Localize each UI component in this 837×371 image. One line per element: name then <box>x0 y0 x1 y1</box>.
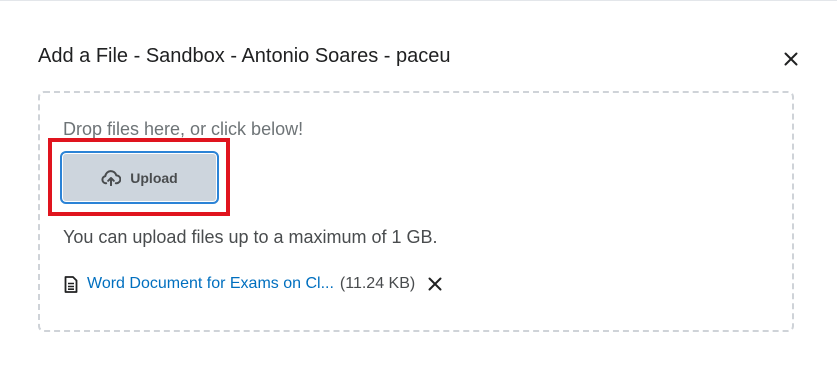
remove-icon <box>428 277 442 291</box>
cloud-upload-icon <box>101 169 122 186</box>
close-icon <box>784 52 798 66</box>
file-size: (11.24 KB) <box>339 275 416 292</box>
drop-instruction: Drop files here, or click below! <box>63 119 304 139</box>
upload-button-label: Upload <box>130 169 178 186</box>
file-name-link[interactable]: Word Document for Exams on Cl... <box>87 275 334 293</box>
upload-limit-text: You can upload files up to a maximum of … <box>63 227 438 247</box>
attached-file-item: Word Document for Exams on Cl... (11.24 … <box>64 273 442 295</box>
remove-file-button[interactable] <box>428 277 442 291</box>
upload-button[interactable]: Upload <box>60 151 219 204</box>
close-button[interactable] <box>776 45 806 73</box>
add-file-dialog: Add a File - Sandbox - Antonio Soares - … <box>0 0 837 371</box>
document-icon <box>64 275 78 293</box>
dialog-title: Add a File - Sandbox - Antonio Soares - … <box>38 45 451 67</box>
